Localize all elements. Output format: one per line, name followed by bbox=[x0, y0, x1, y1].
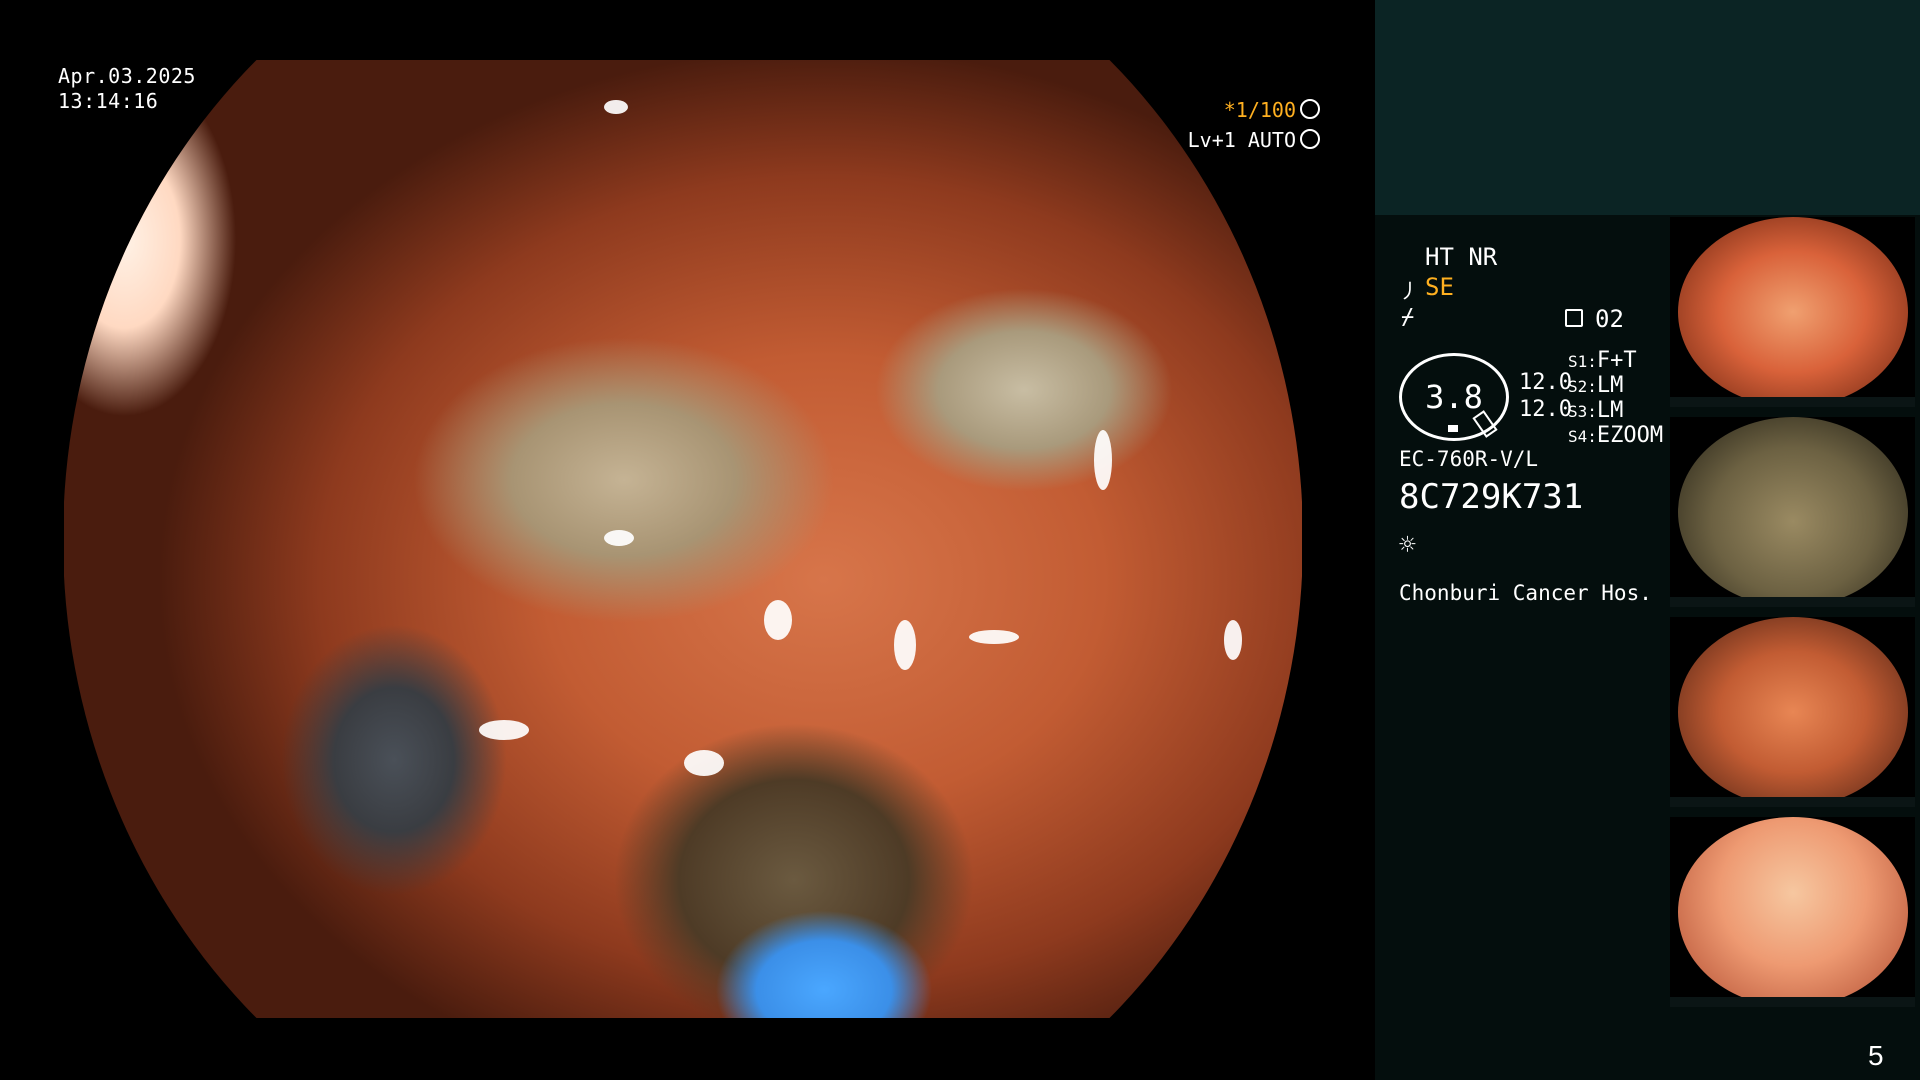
s2-value: LM bbox=[1596, 373, 1624, 398]
capture-date: Apr.03.2025 bbox=[58, 64, 196, 88]
thumbnail[interactable] bbox=[1670, 817, 1915, 1007]
thumbnail-caption-bar bbox=[1670, 397, 1915, 407]
s2-setting: S2:LM bbox=[1568, 373, 1623, 398]
s1-setting: S1:F+T bbox=[1568, 348, 1637, 373]
thumbnail-image bbox=[1678, 817, 1908, 1007]
thumbnail-image bbox=[1678, 217, 1908, 407]
shutter-speed-text: *1/100 bbox=[1223, 98, 1296, 122]
page-number: 5 bbox=[1868, 1040, 1884, 1071]
s3-setting: S3:LM bbox=[1568, 398, 1623, 423]
zoom-indicator: 3.8 bbox=[1399, 353, 1509, 441]
structure-enhancement-icon: ⼃ bbox=[1399, 279, 1419, 303]
s3-key: S3: bbox=[1568, 402, 1597, 421]
s4-value: EZOOM bbox=[1596, 423, 1664, 448]
s2-key: S2: bbox=[1568, 377, 1597, 396]
info-panel: HT NR ⼃ SE ⌿ 02 3.8 12.0 12.0 S1:F+T S2:… bbox=[1375, 215, 1665, 1080]
capture-time: 13:14:16 bbox=[58, 89, 159, 113]
s3-value: LM bbox=[1596, 398, 1624, 423]
scope-model: EC-760R-V/L bbox=[1399, 447, 1539, 471]
memory-number: 02 bbox=[1595, 305, 1624, 333]
thumbnail-column bbox=[1665, 215, 1920, 1080]
thumbnail-image bbox=[1678, 617, 1908, 807]
value-2: 12.0 bbox=[1519, 397, 1572, 422]
s1-key: S1: bbox=[1568, 352, 1597, 371]
memory-icon bbox=[1565, 309, 1583, 327]
header-panel bbox=[1375, 0, 1920, 215]
s4-setting: S4:EZOOM bbox=[1568, 423, 1663, 448]
zoom-marker-icon bbox=[1448, 425, 1458, 432]
auto-iris-icon bbox=[1300, 129, 1320, 149]
endoscopic-image bbox=[64, 60, 1302, 1018]
thumbnail[interactable] bbox=[1670, 217, 1915, 407]
light-icon: ☼ bbox=[1399, 528, 1416, 561]
se-label: SE bbox=[1425, 273, 1454, 301]
ht-nr-label: HT NR bbox=[1425, 243, 1498, 271]
zoom-value: 3.8 bbox=[1425, 378, 1483, 416]
s4-key: S4: bbox=[1568, 427, 1597, 446]
s1-value: F+T bbox=[1596, 348, 1637, 373]
endoscope-view: Apr.03.2025 13:14:16 *1/100 Lv+1 AUTO bbox=[0, 0, 1375, 1080]
thumbnail[interactable] bbox=[1670, 417, 1915, 607]
value-1: 12.0 bbox=[1519, 370, 1572, 395]
brightness-level: Lv+1 AUTO bbox=[1180, 128, 1320, 152]
thumbnail[interactable] bbox=[1670, 617, 1915, 807]
aperture-icon bbox=[1300, 99, 1320, 119]
brightness-level-text: Lv+1 AUTO bbox=[1187, 128, 1296, 152]
thumbnail-caption-bar bbox=[1670, 797, 1915, 807]
shutter-speed: *1/100 bbox=[1180, 98, 1320, 122]
thumbnail-caption-bar bbox=[1670, 597, 1915, 607]
thumbnail-caption-bar bbox=[1670, 997, 1915, 1007]
scope-serial: 8C729K731 bbox=[1399, 477, 1584, 517]
freeze-icon: ⌿ bbox=[1401, 305, 1415, 330]
hospital-name: Chonburi Cancer Hos. bbox=[1399, 581, 1652, 605]
thumbnail-image bbox=[1678, 417, 1908, 607]
